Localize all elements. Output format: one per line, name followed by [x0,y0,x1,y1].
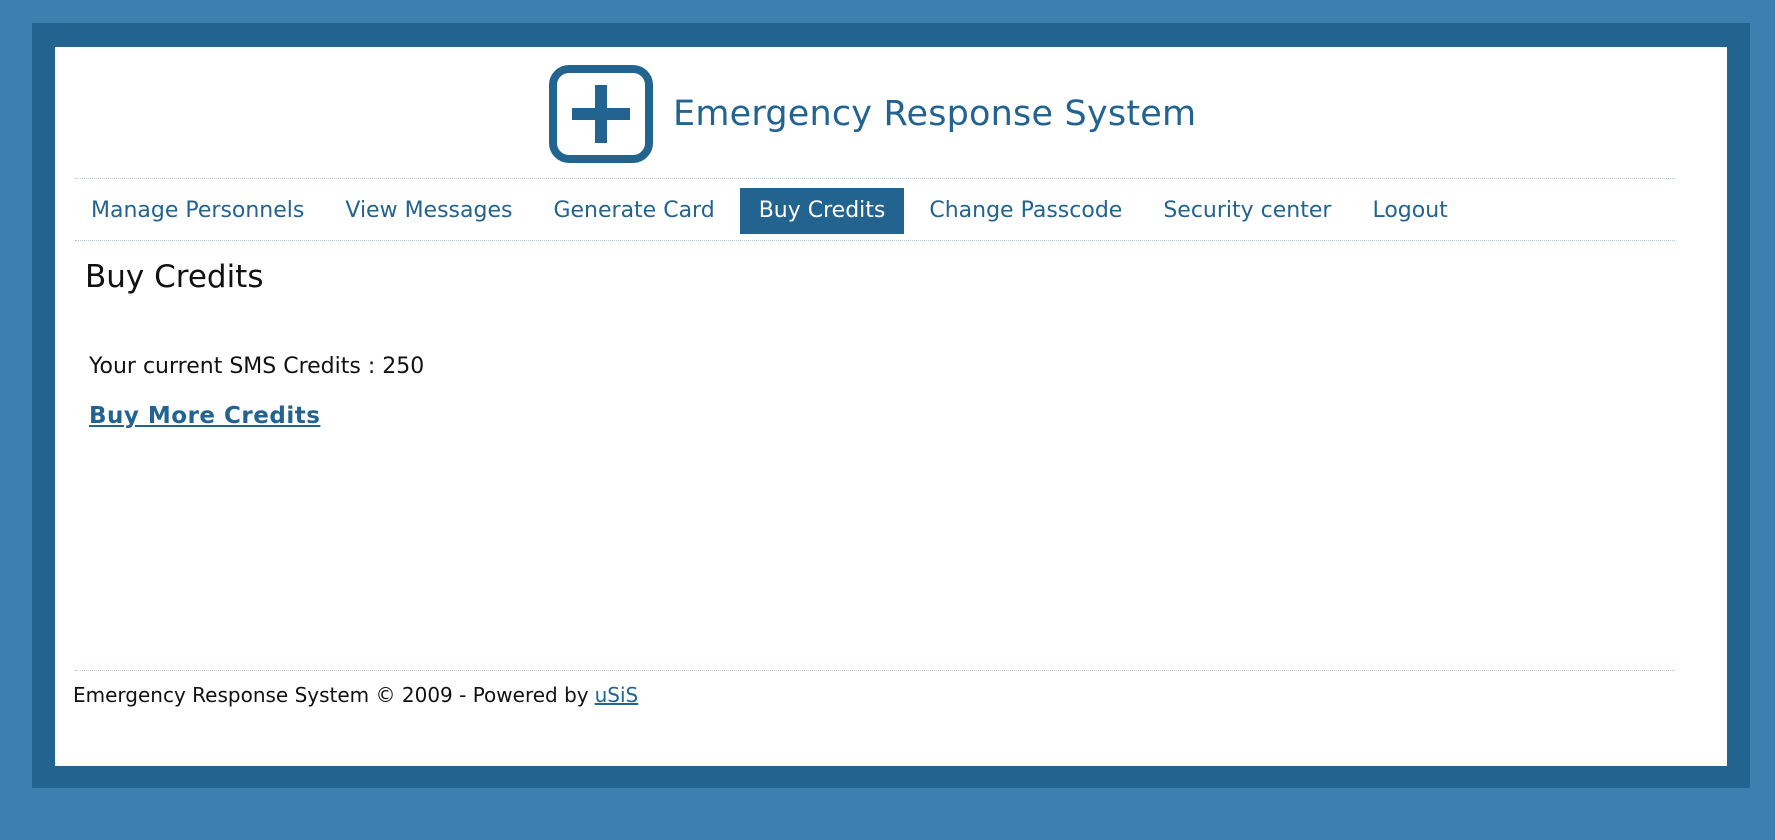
nav-item-generate-card[interactable]: Generate Card [537,188,730,234]
content-panel: Emergency Response System Manage Personn… [55,47,1727,766]
footer: Emergency Response System © 2009 - Power… [73,683,638,707]
footer-text: Emergency Response System © 2009 - Power… [73,683,589,707]
nav-item-view-messages[interactable]: View Messages [329,188,528,234]
nav-item-logout[interactable]: Logout [1356,188,1463,234]
buy-more-credits-link[interactable]: Buy More Credits [89,403,320,429]
plus-icon [549,65,653,163]
page-title: Buy Credits [85,259,264,295]
nav-item-security-center[interactable]: Security center [1147,188,1347,234]
footer-usis-link[interactable]: uSiS [595,683,639,707]
nav-top-divider [75,178,1675,179]
nav-bottom-divider [75,240,1675,241]
nav-item-manage-personnels[interactable]: Manage Personnels [75,188,320,234]
app-title: Emergency Response System [673,94,1197,134]
nav-item-buy-credits[interactable]: Buy Credits [739,188,905,234]
nav-item-change-passcode[interactable]: Change Passcode [913,188,1138,234]
main-nav: Manage Personnels View Messages Generate… [75,188,1473,234]
sms-credits-text: Your current SMS Credits : 250 [89,354,425,379]
footer-divider [75,670,1675,671]
site-header: Emergency Response System [549,62,1196,166]
